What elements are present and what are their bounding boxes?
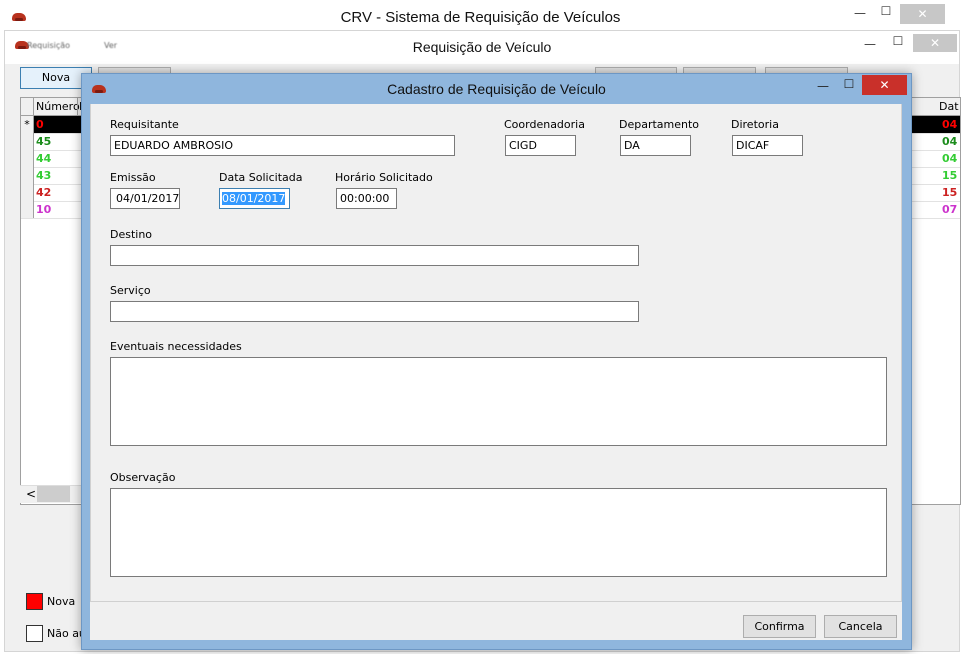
label-eventuais-necessidades: Eventuais necessidades (110, 340, 242, 353)
scroll-left-icon[interactable]: < (26, 487, 36, 501)
main-window: CRV - Sistema de Requisição de Veículos … (0, 0, 961, 654)
label-departamento: Departamento (619, 118, 700, 131)
label-diretoria: Diretoria (731, 118, 779, 131)
label-destino: Destino (110, 228, 153, 241)
close-icon[interactable]: ✕ (862, 75, 907, 95)
maximize-icon[interactable]: ☐ (885, 34, 911, 54)
cell-numero: 45 (36, 135, 52, 148)
horizontal-scrollbar[interactable]: < (20, 485, 90, 503)
column-header-numero[interactable]: Número (36, 100, 80, 113)
legend-swatch-nao-autorizada (26, 625, 43, 642)
scrollbar-thumb[interactable] (37, 486, 70, 502)
cell-data: 04 (942, 152, 958, 165)
requisitante-field[interactable]: EDUARDO AMBROSIO (110, 135, 455, 156)
horario-solicitado-field[interactable]: 00:00:00 (336, 188, 397, 209)
confirma-button[interactable]: Confirma (743, 615, 816, 638)
destino-field[interactable] (110, 245, 639, 266)
dialog-title: Cadastro de Requisição de Veículo (387, 81, 606, 97)
label-data-solicitada: Data Solicitada (219, 171, 303, 184)
cell-data: 04 (942, 135, 958, 148)
row-header[interactable] (21, 201, 34, 218)
cadastro-dialog: Cadastro de Requisição de Veículo — ☐ ✕ … (81, 73, 912, 650)
maximize-icon[interactable]: ☐ (873, 4, 899, 24)
close-icon[interactable]: ✕ (900, 4, 945, 24)
coordenadoria-field[interactable]: CIGD (505, 135, 576, 156)
label-servico: Serviço (110, 284, 151, 297)
emissao-field[interactable]: 04/01/2017 (110, 188, 180, 209)
column-divider (77, 98, 78, 115)
legend-label-nova: Nova (47, 595, 76, 608)
cell-data: 04 (942, 118, 958, 131)
cell-numero: 10 (36, 203, 52, 216)
label-emissao: Emissão (110, 171, 156, 184)
observacao-textarea[interactable] (110, 488, 887, 577)
cell-data: 15 (942, 186, 958, 199)
label-coordenadoria: Coordenadoria (504, 118, 585, 131)
cell-numero: 42 (36, 186, 52, 199)
dialog-body: Requisitante EDUARDO AMBROSIO Coordenado… (90, 104, 902, 640)
label-horario-solicitado: Horário Solicitado (335, 171, 433, 184)
main-title-bar: CRV - Sistema de Requisição de Veículos … (0, 0, 961, 34)
diretoria-field[interactable]: DICAF (732, 135, 803, 156)
main-window-title: CRV - Sistema de Requisição de Veículos (340, 9, 621, 26)
tab-requisicao[interactable]: Requisição (27, 41, 70, 50)
data-solicitada-selected-text: 08/01/2017 (222, 192, 286, 205)
label-observacao: Observação (110, 471, 176, 484)
close-icon[interactable]: ✕ (913, 34, 957, 52)
dialog-title-bar: Cadastro de Requisição de Veículo — ☐ ✕ (82, 74, 911, 104)
cell-numero: 43 (36, 169, 52, 182)
cell-numero: 0 (36, 118, 44, 131)
label-requisitante: Requisitante (110, 118, 179, 131)
tab-ver[interactable]: Ver (104, 41, 117, 50)
cell-numero: 44 (36, 152, 52, 165)
departamento-field[interactable]: DA (620, 135, 691, 156)
data-solicitada-field[interactable]: 08/01/2017 (219, 188, 290, 209)
minimize-icon[interactable]: — (845, 6, 875, 26)
cancela-button[interactable]: Cancela (824, 615, 897, 638)
cell-data: 07 (942, 203, 958, 216)
column-header-data[interactable]: Dat (939, 100, 959, 113)
minimize-icon[interactable]: — (857, 37, 883, 57)
menu-strip: Requisição Ver (9, 36, 169, 58)
row-header[interactable] (21, 133, 34, 150)
maximize-icon[interactable]: ☐ (836, 77, 862, 97)
minimize-icon[interactable]: — (810, 79, 836, 99)
row-header[interactable]: * (21, 116, 34, 133)
legend-swatch-nova (26, 593, 43, 610)
eventuais-necessidades-textarea[interactable] (110, 357, 887, 446)
servico-field[interactable] (110, 301, 639, 322)
cell-data: 15 (942, 169, 958, 182)
row-header[interactable] (21, 150, 34, 167)
row-header[interactable] (21, 167, 34, 184)
row-header-corner (21, 98, 34, 115)
row-header[interactable] (21, 184, 34, 201)
